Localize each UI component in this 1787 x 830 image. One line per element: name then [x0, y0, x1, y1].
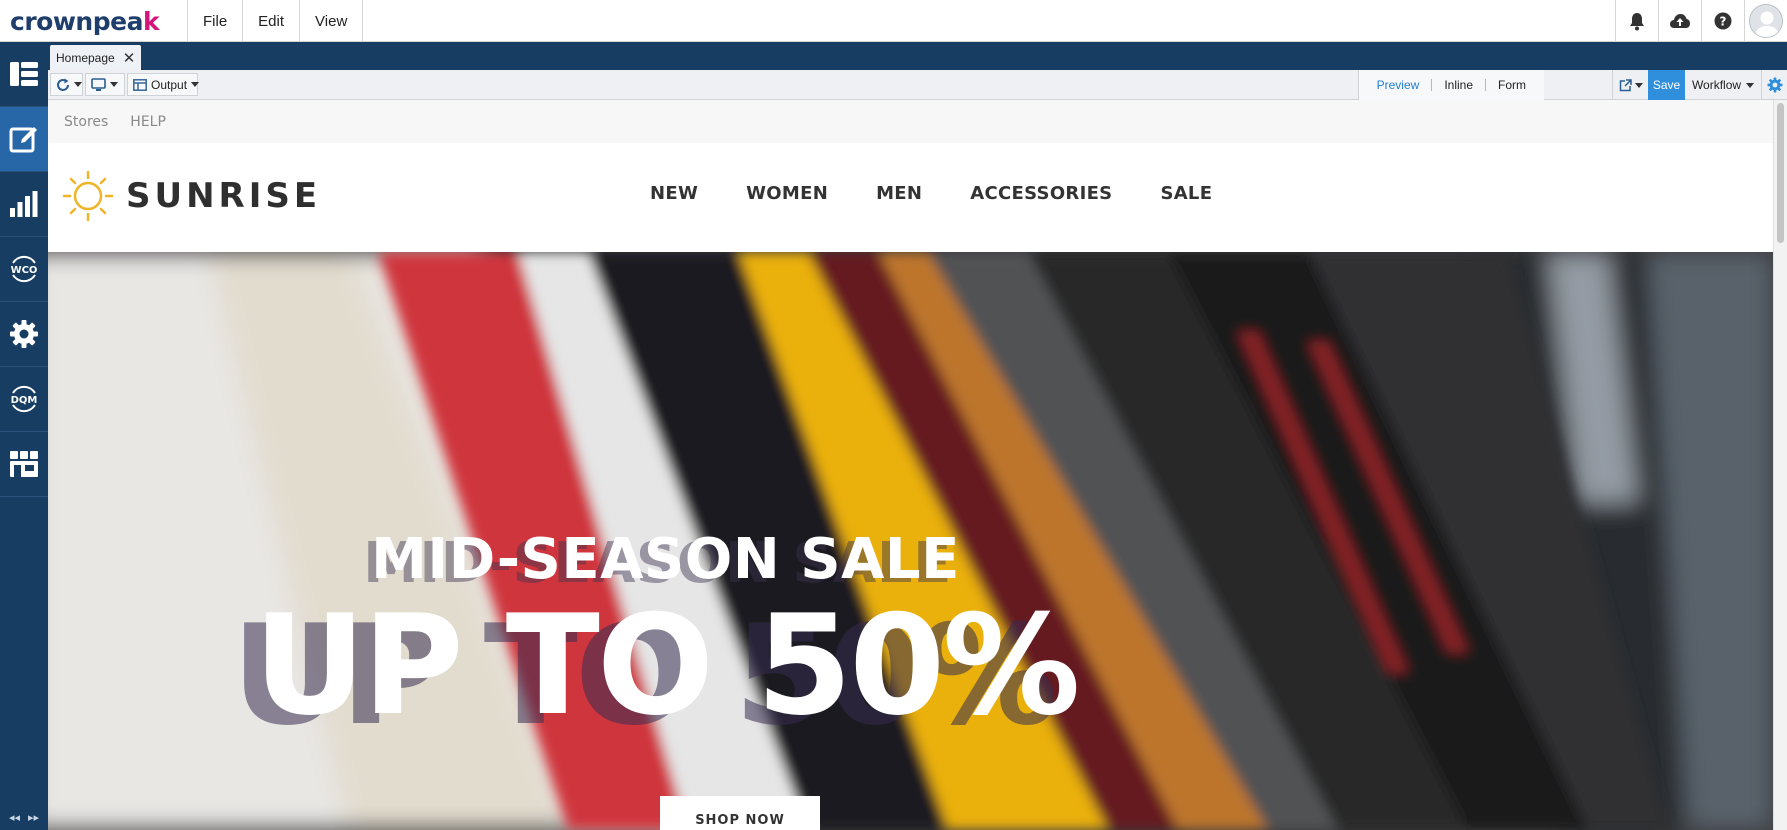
refresh-group	[50, 73, 83, 96]
utility-link-stores[interactable]: Stores	[64, 114, 108, 130]
cloud-upload-icon	[1670, 14, 1690, 28]
collapse-left-icon[interactable]: ◂◂	[9, 811, 20, 824]
brand-name: SUNRISE	[126, 176, 322, 216]
scroll-thumb[interactable]	[1777, 103, 1784, 243]
left-sidebar: WCO DQM ◂◂ ▸▸	[0, 42, 48, 830]
nav-men[interactable]: MEN	[876, 183, 922, 204]
site-utility-bar: Stores HELP	[48, 100, 1773, 143]
sidebar-item-dashboard[interactable]	[0, 42, 48, 107]
help-icon: ?	[1714, 12, 1732, 30]
menu-view[interactable]: View	[299, 0, 364, 42]
close-icon[interactable]: ✕	[123, 49, 136, 67]
tab-homepage[interactable]: Homepage ✕	[50, 45, 142, 70]
hero-discount: UP TO 50%	[253, 585, 1080, 746]
menu-edit[interactable]: Edit	[242, 0, 299, 42]
open-external-button[interactable]	[1612, 70, 1649, 100]
monitor-icon	[91, 77, 106, 91]
toolbar-settings-button[interactable]	[1761, 70, 1787, 100]
hero-banner[interactable]: MID-SEASON SALE UP TO 50% SHOP NOW	[48, 252, 1773, 830]
app-topbar: crownpea k File Edit View ?	[0, 0, 1787, 42]
nav-accessories[interactable]: ACCESSORIES	[970, 183, 1112, 204]
edit-icon	[9, 127, 37, 153]
user-menu-button[interactable]	[1744, 0, 1787, 42]
nav-women[interactable]: WOMEN	[746, 183, 828, 204]
external-link-icon	[1619, 78, 1632, 91]
menu-file[interactable]: File	[187, 0, 242, 42]
utility-link-help[interactable]: HELP	[130, 114, 166, 130]
crownpeak-logo[interactable]: crownpea k	[10, 5, 160, 37]
svg-text:?: ?	[1720, 15, 1727, 29]
sidebar-item-settings[interactable]	[0, 302, 48, 367]
top-right-icons: ?	[1615, 0, 1787, 42]
editor-toolbar: Output Preview Inline Form Save Workflow	[48, 70, 1787, 100]
sidebar-collapse-controls[interactable]: ◂◂ ▸▸	[0, 811, 48, 824]
device-preview-button[interactable]	[86, 74, 123, 95]
layout-icon	[133, 78, 147, 91]
wco-icon: WCO	[11, 256, 38, 282]
mode-form[interactable]: Form	[1486, 78, 1538, 92]
dqm-icon: DQM	[11, 386, 38, 412]
analytics-icon	[10, 191, 38, 217]
site-nav: NEW WOMEN MEN ACCESSORIES SALE	[650, 183, 1212, 204]
svg-text:WCO: WCO	[11, 265, 38, 276]
mode-preview[interactable]: Preview	[1365, 78, 1432, 92]
logo-accent: k	[142, 6, 160, 36]
user-silhouette-icon	[1755, 11, 1779, 37]
output-dropdown[interactable]: Output	[128, 74, 204, 95]
sidebar-item-edit[interactable]	[0, 107, 48, 172]
page-preview: Stores HELP SUNRISE NEW WOMEN MEN ACCESS…	[48, 100, 1773, 830]
sidebar-item-dqm[interactable]: DQM	[0, 367, 48, 432]
publish-button[interactable]	[1658, 0, 1701, 42]
gear-icon	[1767, 77, 1782, 93]
user-avatar	[1749, 4, 1783, 38]
logo-text: crownpea	[10, 6, 143, 36]
sidebar-item-wco[interactable]: WCO	[0, 237, 48, 302]
notifications-button[interactable]	[1615, 0, 1658, 42]
workflow-caret-icon	[1746, 82, 1755, 88]
workflow-label: Workflow	[1691, 78, 1742, 92]
preview-scrollbar[interactable]	[1773, 100, 1787, 830]
settings-icon	[10, 320, 38, 348]
device-caret-icon	[110, 82, 118, 87]
main-menu: File Edit View	[187, 0, 364, 42]
sun-icon	[62, 170, 114, 222]
refresh-button[interactable]	[51, 74, 87, 95]
sidebar-item-marketplace[interactable]	[0, 432, 48, 497]
save-button[interactable]: Save	[1648, 70, 1685, 100]
bell-icon	[1630, 12, 1644, 30]
nav-sale[interactable]: SALE	[1160, 183, 1212, 204]
help-button[interactable]: ?	[1701, 0, 1744, 42]
refresh-caret-icon	[74, 82, 82, 87]
sidebar-item-analytics[interactable]	[0, 172, 48, 237]
workflow-dropdown[interactable]: Workflow	[1685, 70, 1761, 100]
output-group: Output	[127, 73, 200, 96]
site-header: SUNRISE NEW WOMEN MEN ACCESSORIES SALE	[48, 143, 1773, 252]
document-tabstrip: Homepage ✕	[48, 42, 1787, 70]
mode-inline[interactable]: Inline	[1432, 78, 1485, 92]
site-logo[interactable]: SUNRISE	[62, 170, 321, 222]
expand-right-icon[interactable]: ▸▸	[28, 811, 39, 824]
nav-new[interactable]: NEW	[650, 183, 698, 204]
svg-text:DQM: DQM	[11, 395, 38, 406]
hero-headline: MID-SEASON SALE	[371, 527, 960, 592]
shop-now-button[interactable]: SHOP NOW	[660, 796, 820, 830]
output-label: Output	[151, 77, 188, 92]
marketplace-icon	[10, 451, 38, 477]
refresh-icon	[57, 78, 69, 91]
tab-label: Homepage	[56, 50, 115, 65]
view-mode-group: Preview Inline Form	[1357, 70, 1544, 100]
output-caret-icon	[191, 82, 200, 87]
device-group	[85, 73, 125, 96]
dashboard-icon	[10, 62, 38, 86]
external-caret-icon	[1635, 82, 1643, 88]
